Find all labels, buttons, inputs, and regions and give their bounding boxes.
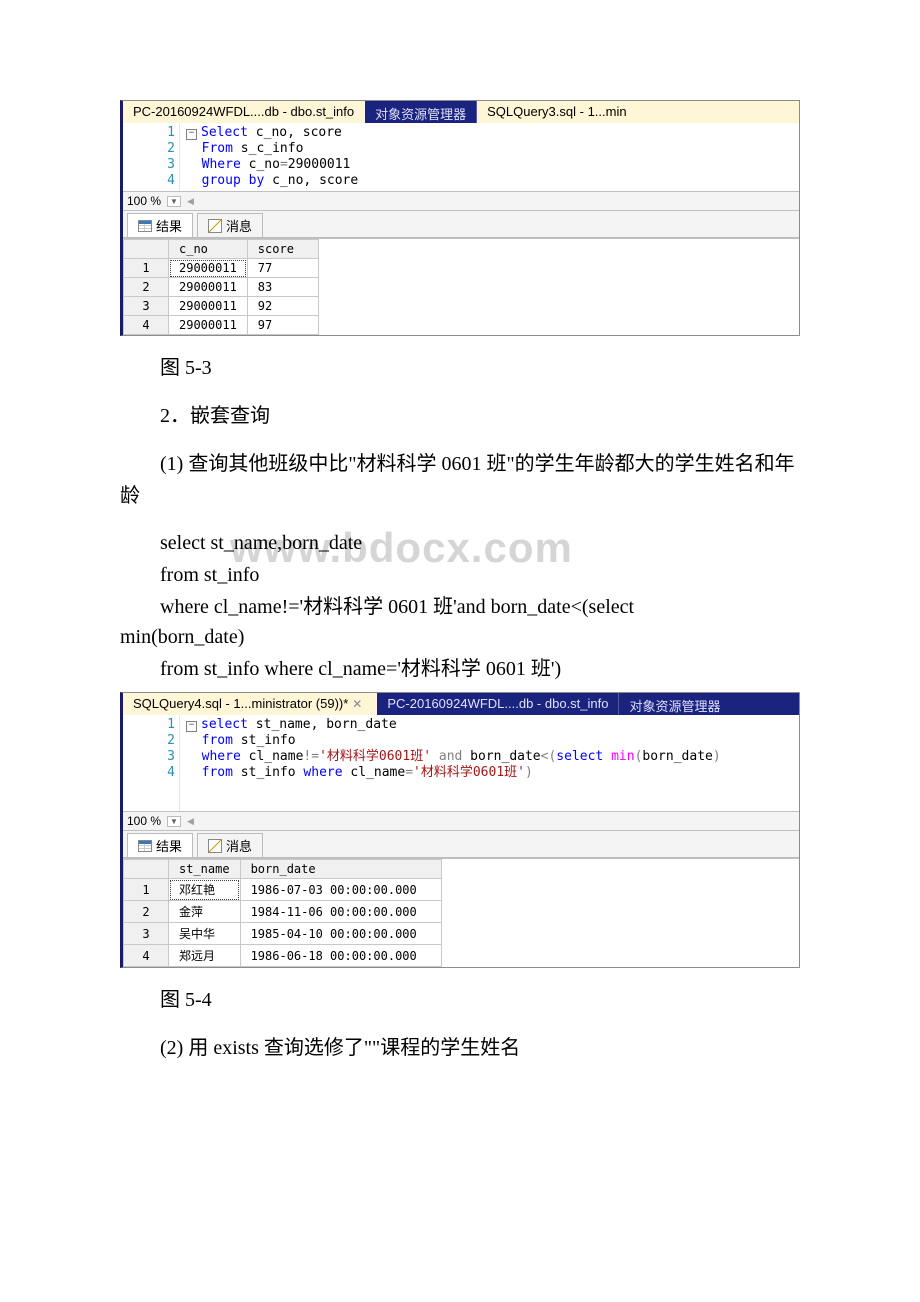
col-score[interactable]: score	[247, 240, 318, 259]
tab-object-explorer-2[interactable]: 对象资源管理器	[619, 693, 799, 715]
chevron-down-icon: ▼	[170, 197, 178, 206]
sql-editor-2[interactable]: 1234 −select st_name, born_date from st_…	[123, 715, 799, 812]
scroll-left-icon[interactable]: ◀	[187, 816, 194, 827]
col-c_no[interactable]: c_no	[169, 240, 248, 259]
chevron-down-icon: ▼	[170, 817, 178, 826]
sql-editor[interactable]: 1234 −Select c_no, score From s_c_info W…	[123, 123, 799, 192]
ssms-screenshot-2: SQLQuery4.sql - 1...ministrator (59))*✕ …	[120, 692, 800, 968]
messages-tab[interactable]: 消息	[197, 213, 263, 237]
table-row[interactable]: 1邓红艳1986-07-03 00:00:00.000	[124, 879, 442, 901]
results-grid-icon	[138, 220, 152, 232]
table-row[interactable]: 2金萍1984-11-06 00:00:00.000	[124, 901, 442, 923]
editor-tab-bar: PC-20160924WFDL....db - dbo.st_info 对象资源…	[123, 101, 799, 123]
figure-caption-5-4: 图 5-4	[120, 984, 800, 1016]
zoom-level: 100 %	[127, 194, 161, 208]
editor-tab-bar-2: SQLQuery4.sql - 1...ministrator (59))*✕ …	[123, 693, 799, 715]
tab-sqlquery3[interactable]: SQLQuery3.sql - 1...min	[477, 101, 799, 123]
tab-sqlquery4[interactable]: SQLQuery4.sql - 1...ministrator (59))*✕	[123, 693, 377, 715]
results-grid-2: st_name born_date 1邓红艳1986-07-03 00:00:0…	[123, 858, 799, 967]
results-tab-2[interactable]: 结果	[127, 833, 193, 857]
results-grid: c_no score 12900001177 22900001183 32900…	[123, 238, 799, 335]
question-2-text: (2) 用 exists 查询选修了""课程的学生姓名	[120, 1032, 800, 1064]
results-grid-icon	[138, 840, 152, 852]
close-icon[interactable]: ✕	[348, 697, 366, 711]
table-row[interactable]: 42900001197	[124, 316, 319, 335]
messages-icon	[208, 219, 222, 233]
scroll-left-icon[interactable]: ◀	[187, 196, 194, 207]
col-st_name[interactable]: st_name	[169, 860, 241, 879]
zoom-dropdown-2[interactable]: ▼	[167, 816, 181, 827]
results-tab[interactable]: 结果	[127, 213, 193, 237]
question-1-text: (1) 查询其他班级中比"材料科学 0601 班"的学生年龄都大的学生姓名和年龄	[120, 448, 800, 512]
ssms-screenshot-1: PC-20160924WFDL....db - dbo.st_info 对象资源…	[120, 100, 800, 336]
messages-icon	[208, 839, 222, 853]
q1-sql-line1: select st_name,born_date	[120, 528, 800, 558]
messages-tab-2[interactable]: 消息	[197, 833, 263, 857]
zoom-bar-2: 100 % ▼ ◀	[123, 812, 799, 831]
table-row[interactable]: 22900001183	[124, 278, 319, 297]
line-number-gutter-2: 1234	[123, 715, 180, 811]
zoom-bar: 100 % ▼ ◀	[123, 192, 799, 211]
zoom-dropdown[interactable]: ▼	[167, 196, 181, 207]
q1-sql-line3: where cl_name!='材料科学 0601 班'and born_dat…	[120, 592, 800, 652]
sql-code-area-2[interactable]: −select st_name, born_date from st_info …	[180, 715, 799, 811]
table-row[interactable]: 4郑远月1986-06-18 00:00:00.000	[124, 945, 442, 967]
grid-corner	[124, 240, 169, 259]
results-tab-bar: 结果 消息	[123, 211, 799, 238]
zoom-level-2: 100 %	[127, 814, 161, 828]
results-tab-bar-2: 结果 消息	[123, 831, 799, 858]
tab-object-explorer[interactable]: 对象资源管理器	[365, 101, 477, 123]
tab-st-info[interactable]: PC-20160924WFDL....db - dbo.st_info	[123, 101, 365, 123]
table-row[interactable]: 3吴中华1985-04-10 00:00:00.000	[124, 923, 442, 945]
line-number-gutter: 1234	[123, 123, 180, 191]
fold-minus-icon[interactable]: −	[186, 129, 197, 140]
fold-minus-icon[interactable]: −	[186, 721, 197, 732]
sql-code-area[interactable]: −Select c_no, score From s_c_info Where …	[180, 123, 799, 191]
section-2-title: 2．嵌套查询	[120, 400, 800, 432]
q1-sql-line4: from st_info where cl_name='材料科学 0601 班'…	[120, 654, 800, 684]
grid-corner	[124, 860, 169, 879]
col-born_date[interactable]: born_date	[240, 860, 441, 879]
q1-sql-line2: from st_info	[120, 560, 800, 590]
table-row[interactable]: 12900001177	[124, 259, 319, 278]
figure-caption-5-3: 图 5-3	[120, 352, 800, 384]
tab-st-info-2[interactable]: PC-20160924WFDL....db - dbo.st_info	[377, 693, 619, 715]
table-row[interactable]: 32900001192	[124, 297, 319, 316]
